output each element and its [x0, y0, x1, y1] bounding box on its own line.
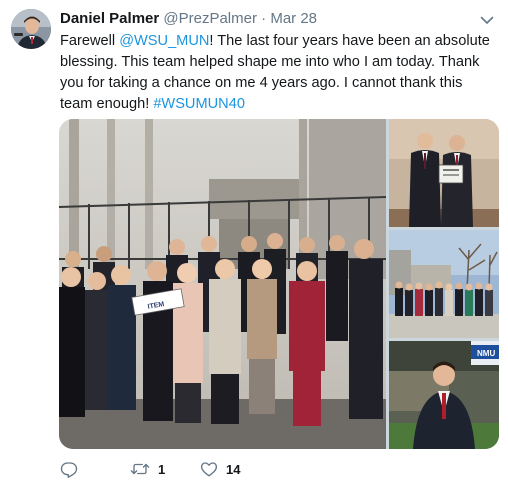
like-count: 14	[226, 461, 241, 477]
mention-link[interactable]: @WSU_MUN	[119, 33, 209, 49]
sign-text: NMU	[477, 349, 495, 358]
retweet-icon	[130, 460, 150, 478]
tweet-text-part: Farewell	[60, 33, 120, 49]
author-name[interactable]: Daniel Palmer	[60, 10, 159, 27]
tweet-actions: 1 14	[60, 458, 360, 480]
media-grid: ITEM NMU	[59, 119, 499, 449]
tweet-header: Daniel Palmer @PrezPalmer · Mar 28	[60, 9, 317, 29]
reply-icon	[60, 460, 78, 478]
heart-icon	[200, 460, 218, 478]
author-handle[interactable]: @PrezPalmer	[163, 10, 257, 27]
separator-dot: ·	[261, 10, 267, 27]
avatar[interactable]	[11, 9, 51, 49]
hashtag-link[interactable]: #WSUMUN40	[153, 96, 245, 112]
tweet: Daniel Palmer @PrezPalmer · Mar 28 Farew…	[0, 0, 508, 485]
reply-button[interactable]	[60, 458, 78, 480]
tweet-text: Farewell @WSU_MUN! The last four years h…	[60, 31, 498, 115]
retweet-count: 1	[158, 461, 166, 477]
chevron-down-icon[interactable]	[478, 11, 496, 29]
retweet-button[interactable]: 1	[130, 458, 165, 480]
like-button[interactable]: 14	[200, 458, 240, 480]
photo-group-outdoors[interactable]	[389, 230, 499, 338]
photo-group-main[interactable]: ITEM	[59, 119, 386, 449]
photo-award[interactable]	[389, 119, 499, 227]
tweet-date[interactable]: Mar 28	[270, 10, 317, 27]
photo-portrait[interactable]: NMU	[389, 341, 499, 449]
